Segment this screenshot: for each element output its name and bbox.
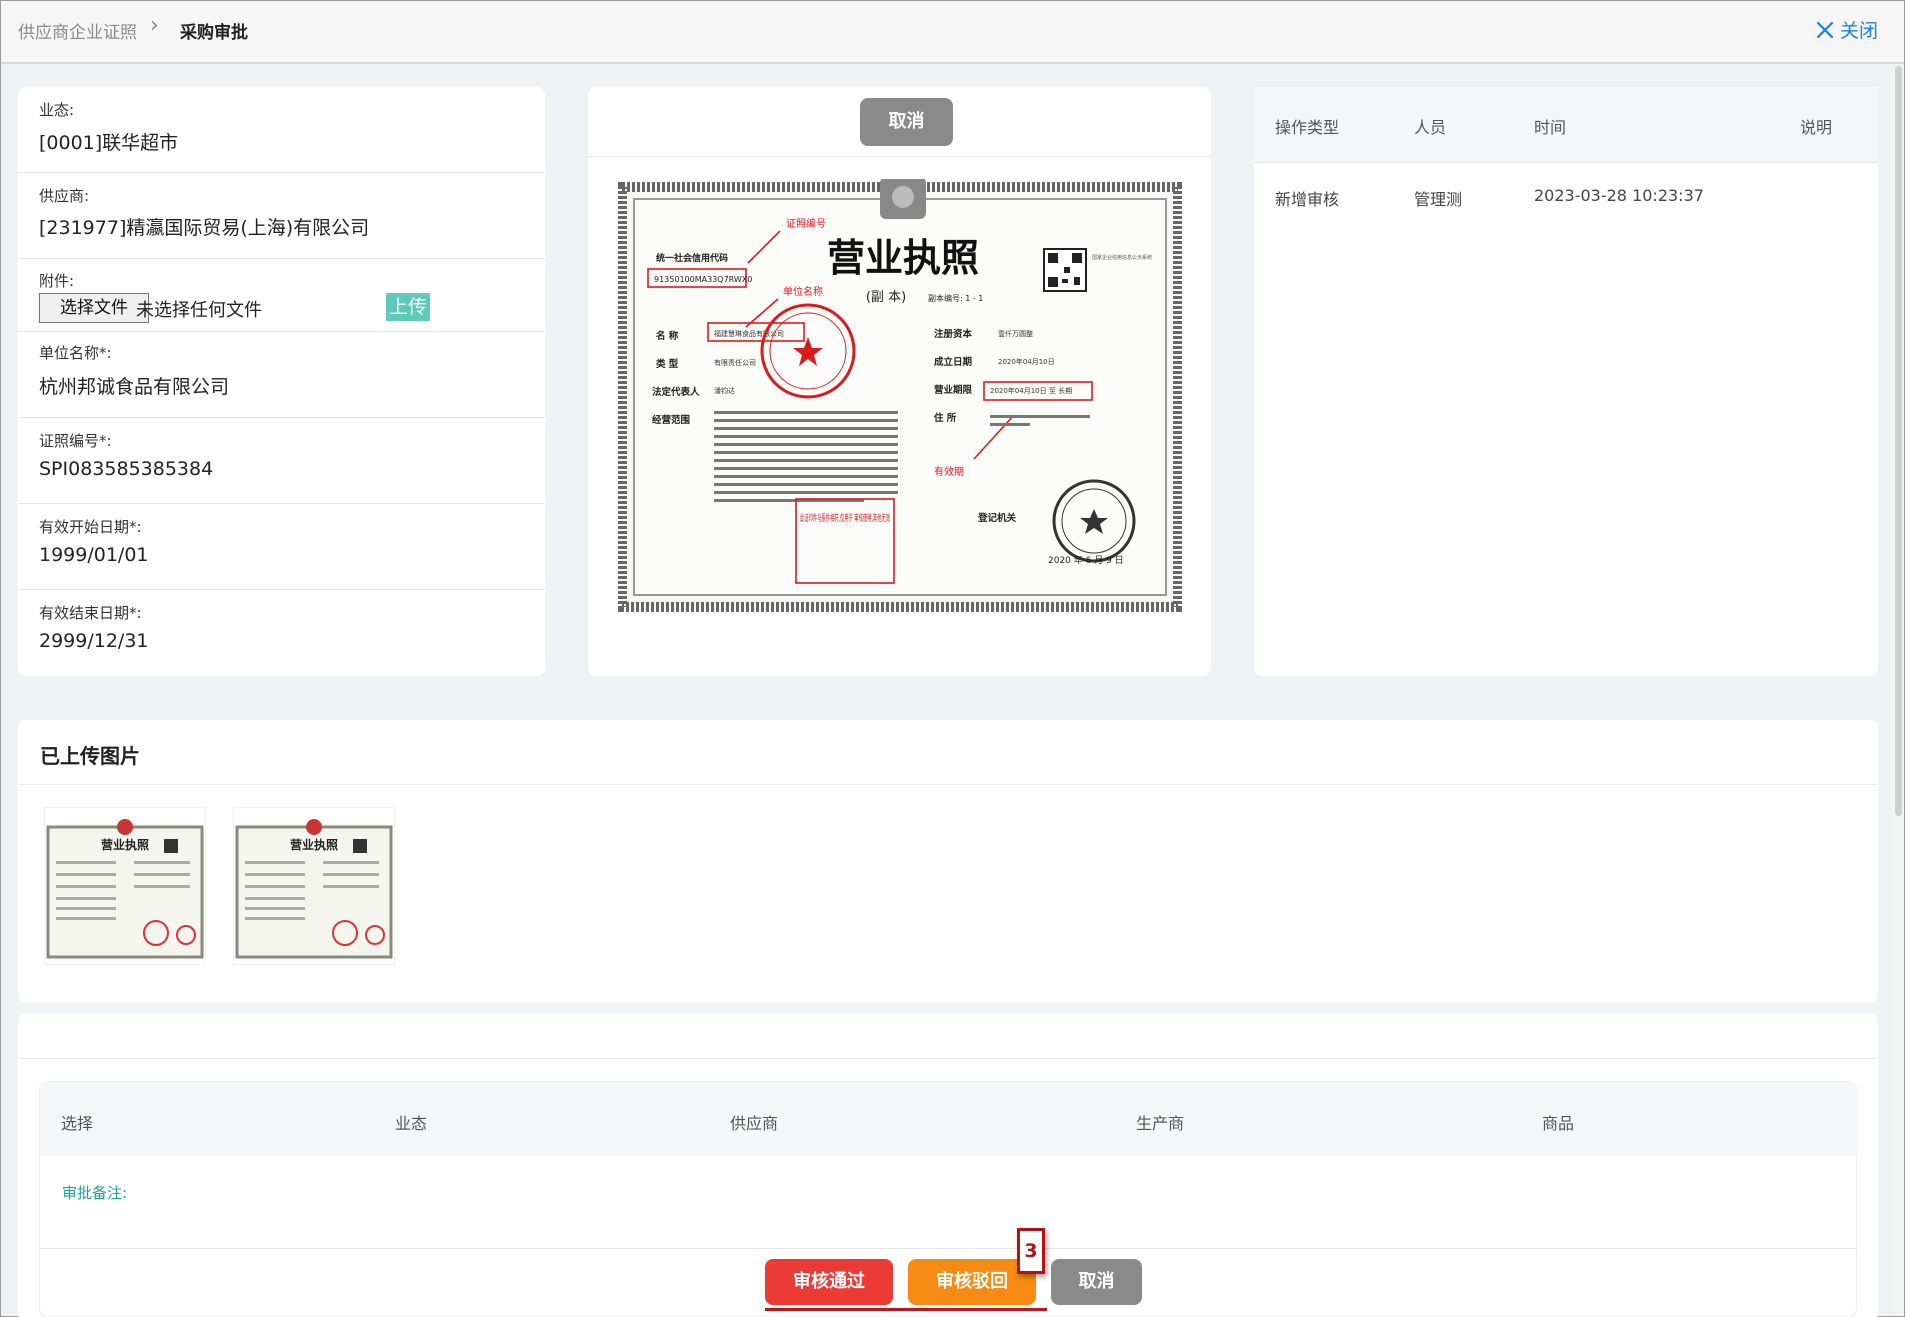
anno-code-label: 证照编号 — [786, 217, 826, 230]
annotation-underline — [765, 1308, 1047, 1311]
upload-button[interactable]: 上传 — [386, 293, 430, 321]
stamp-note: 此证印件与原件相符,仅用于 审核使用,其他无效 — [800, 512, 890, 524]
header-product: 商品 — [1542, 1114, 1575, 1133]
header-manufacturer: 生产商 — [1136, 1114, 1185, 1133]
header-business: 业态 — [395, 1114, 428, 1133]
thumb-title: 营业执照 — [101, 837, 149, 852]
log-cell-time: 2023-03-28 10:23:37 — [1534, 186, 1704, 205]
divider — [18, 1058, 1878, 1059]
close-x-icon — [1816, 21, 1834, 38]
field-value: 2999/12/31 — [39, 630, 149, 652]
approval-remark-label: 审批备注: — [62, 1184, 128, 1202]
cert-rep-value: 潘钧达 — [714, 386, 735, 395]
field-start-date: 有效开始日期*: 1999/01/01 — [18, 504, 545, 590]
anno-period-label: 有效期 — [934, 465, 964, 478]
divider — [18, 784, 1878, 785]
field-value: SPI083585385384 — [39, 458, 214, 480]
cert-credit-label: 统一社会信用代码 — [656, 252, 728, 264]
field-label: 业态: — [39, 101, 75, 119]
field-label: 供应商: — [39, 187, 90, 205]
header-supplier: 供应商 — [730, 1114, 779, 1133]
log-header-type: 操作类型 — [1275, 118, 1340, 137]
choose-file-button[interactable]: 选择文件 — [39, 293, 149, 323]
cert-name-label: 名 称 — [656, 330, 679, 342]
cert-type-value: 有限责任公司 — [714, 358, 756, 367]
field-license-no: 证照编号*: SPI083585385384 — [18, 418, 545, 504]
field-unit-name: 单位名称*: 杭州邦诚食品有限公司 — [18, 332, 545, 418]
cert-name-value: 福建慧琳食品有限公司 — [714, 329, 784, 338]
uploaded-image-thumb-1[interactable]: 营业执照 — [44, 807, 206, 965]
log-table-header: 操作类型 人员 时间 说明 — [1254, 87, 1878, 163]
divider — [40, 1248, 1858, 1249]
breadcrumb-parent[interactable]: 供应商企业证照 — [18, 18, 137, 43]
cert-reg-date: 2020 年 6 月 9 日 — [1048, 554, 1124, 566]
field-label: 单位名称*: — [39, 344, 112, 362]
cancel-button[interactable]: 取消 — [1051, 1259, 1142, 1305]
uploaded-images-title: 已上传图片 — [40, 744, 140, 768]
field-supplier: 供应商: [231977]精瀛国际贸易(上海)有限公司 — [18, 173, 545, 259]
field-value: [231977]精瀛国际贸易(上海)有限公司 — [39, 217, 370, 239]
cert-address-label: 住 所 — [934, 412, 957, 424]
close-button[interactable]: 关闭 — [1816, 16, 1878, 43]
cert-type-label: 类 型 — [656, 358, 679, 370]
approval-table-header: 选择 业态 供应商 生产商 商品 — [40, 1082, 1858, 1156]
field-label: 有效开始日期*: — [39, 518, 142, 536]
anno-name-label: 单位名称 — [783, 285, 823, 298]
operation-log-card: 操作类型 人员 时间 说明 新增审核 管理测 2023-03-28 10:23:… — [1254, 87, 1878, 676]
approve-button[interactable]: 审核通过 — [765, 1259, 893, 1305]
emblem-icon — [880, 179, 926, 219]
cert-reg-label: 登记机关 — [977, 512, 1017, 524]
cert-title: 营业执照 — [827, 235, 979, 280]
breadcrumb-current: 采购审批 — [180, 23, 248, 43]
annotation-number-badge: 3 — [1017, 1228, 1045, 1274]
cert-capital-label: 注册资本 — [934, 328, 973, 340]
license-preview-card: 取消 营业执照 (副 本) 副本编号: 1 - 1 统一社会信用代码 91350… — [588, 87, 1211, 676]
qr-code-icon — [1043, 248, 1087, 292]
cert-capital-value: 壹仟万圆整 — [998, 329, 1033, 338]
field-value: 1999/01/01 — [39, 544, 149, 566]
preview-toolbar: 取消 — [588, 87, 1211, 157]
cert-est-label: 成立日期 — [934, 356, 972, 368]
thumb-title: 营业执照 — [290, 837, 338, 852]
field-label: 附件: — [39, 272, 75, 290]
log-cell-type: 新增审核 — [1275, 190, 1340, 209]
business-license-image[interactable]: 营业执照 (副 本) 副本编号: 1 - 1 统一社会信用代码 91350100… — [618, 179, 1182, 619]
uploaded-image-thumb-2[interactable]: 营业执照 — [233, 807, 395, 965]
log-header-person: 人员 — [1414, 118, 1447, 137]
cert-credit-code: 91350100MA33Q7RWX0 — [654, 275, 752, 284]
qr-caption: 国家企业信用信息公示系统 — [1092, 254, 1152, 261]
cert-copy-label: (副 本) — [866, 290, 906, 305]
field-label: 有效结束日期*: — [39, 604, 142, 622]
cert-copy-no: 副本编号: 1 - 1 — [928, 293, 983, 303]
log-header-note: 说明 — [1800, 118, 1833, 137]
close-label: 关闭 — [1840, 20, 1879, 42]
log-cell-person: 管理测 — [1414, 190, 1463, 209]
cert-scope-label: 经营范围 — [652, 414, 690, 426]
no-file-text: 未选择任何文件 — [136, 300, 262, 321]
log-header-time: 时间 — [1534, 118, 1567, 137]
field-value: [0001]联华超市 — [39, 132, 179, 154]
uploaded-images-card: 已上传图片 营业执照 营业执照 — [18, 720, 1878, 1003]
preview-cancel-button[interactable]: 取消 — [860, 98, 953, 146]
scrollbar-thumb[interactable] — [1895, 66, 1902, 816]
cert-period-value: 2020年04月10日 至 长期 — [990, 386, 1072, 395]
cert-rep-label: 法定代表人 — [652, 386, 700, 398]
cert-period-label: 营业期限 — [934, 384, 973, 396]
cert-est-value: 2020年04月10日 — [998, 357, 1055, 366]
header-select: 选择 — [61, 1114, 94, 1133]
license-info-card: 业态: [0001]联华超市 供应商: [231977]精瀛国际贸易(上海)有限… — [18, 87, 545, 676]
field-end-date: 有效结束日期*: 2999/12/31 — [18, 590, 545, 676]
field-label: 证照编号*: — [39, 432, 112, 450]
field-value: 杭州邦诚食品有限公司 — [39, 376, 230, 398]
page-header: 供应商企业证照 › 采购审批 关闭 — [1, 1, 1904, 64]
field-business: 业态: [0001]联华超市 — [18, 87, 545, 173]
breadcrumb-chevron-icon: › — [150, 13, 159, 38]
